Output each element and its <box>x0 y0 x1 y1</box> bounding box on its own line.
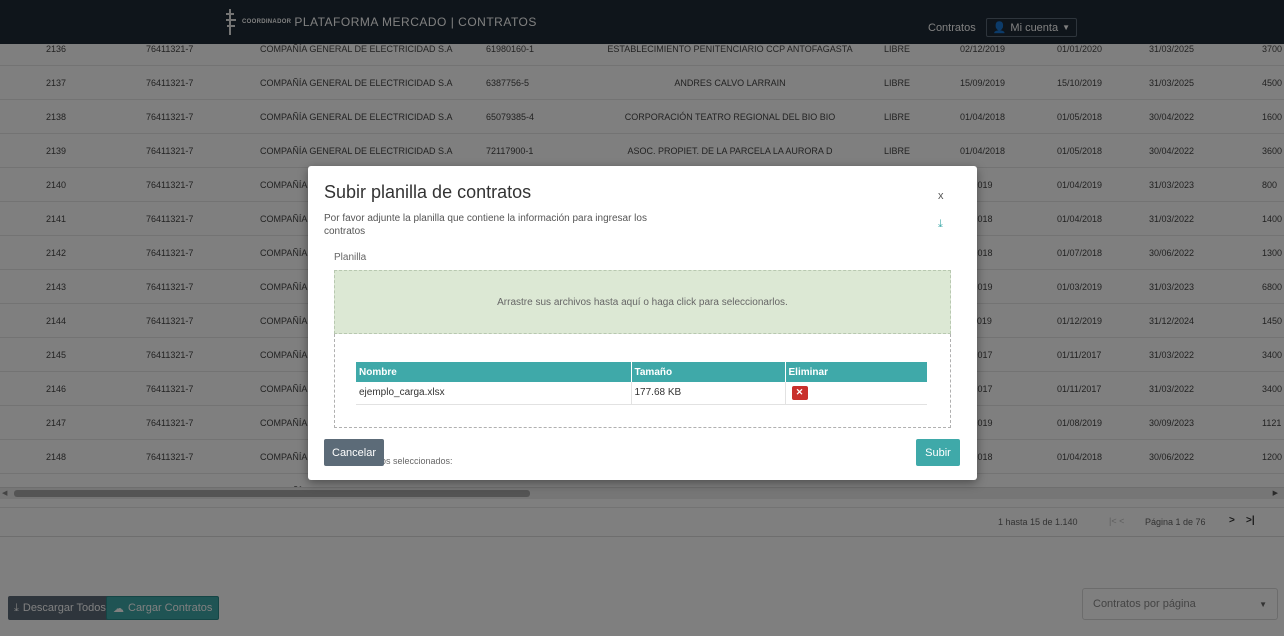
modal-title: Subir planilla de contratos <box>324 182 532 202</box>
file-dropzone[interactable]: Arrastre sus archivos hasta aquí o haga … <box>334 270 951 334</box>
dropzone-text: Arrastre sus archivos hasta aquí o haga … <box>497 296 788 308</box>
modal-subtitle: Por favor adjunte la planilla que contie… <box>324 213 647 236</box>
files-table: Nombre Tamaño Eliminar ejemplo_carga.xls… <box>356 362 927 405</box>
upload-button[interactable]: Subir <box>916 439 960 466</box>
upload-modal: Subir planilla de contratos x Por favor … <box>308 166 977 480</box>
cancel-button[interactable]: Cancelar <box>324 439 385 466</box>
delete-file-button[interactable]: ✕ <box>791 385 808 400</box>
col-header-delete: Eliminar <box>784 362 927 382</box>
file-row: ejemplo_carga.xlsx 177.68 KB ✕ <box>356 382 927 405</box>
file-name: ejemplo_carga.xlsx <box>356 382 631 405</box>
download-template-icon[interactable]: ⤓ <box>938 218 943 231</box>
col-header-size: Tamaño <box>630 362 785 382</box>
close-button[interactable]: x <box>938 190 944 202</box>
col-header-name: Nombre <box>356 362 631 382</box>
planilla-label: Planilla <box>334 252 367 263</box>
file-size: 177.68 KB <box>630 382 785 405</box>
